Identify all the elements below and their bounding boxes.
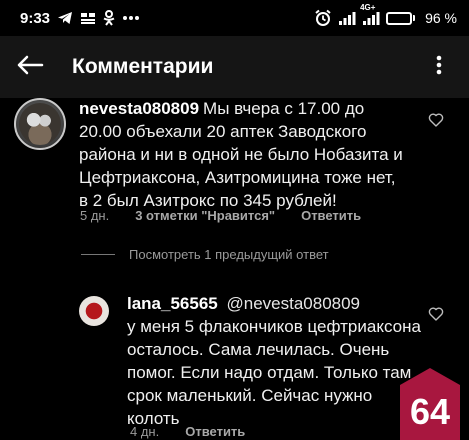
comment-meta: 5 дн. 3 отметки "Нравится" Ответить (80, 208, 361, 223)
odnoklassniki-icon (103, 10, 115, 26)
reply-like-heart-icon[interactable] (428, 306, 444, 322)
comment-likes-link[interactable]: 3 отметки "Нравится" (135, 208, 275, 223)
status-time: 9:33 (20, 9, 51, 27)
signal-icon (338, 11, 356, 25)
comment-body: nevesta080809 Мы вчера с 17.00 до 20.00 о… (79, 97, 404, 212)
reply-body: lana_56565 @nevesta080809 у меня 5 флако… (127, 292, 427, 430)
reply-reply-button[interactable]: Ответить (185, 424, 245, 439)
more-options-button[interactable] (421, 36, 457, 98)
reply-username[interactable]: lana_56565 (127, 294, 218, 313)
like-heart-icon[interactable] (428, 112, 444, 128)
signal-4g-icon: 4G+ (360, 4, 380, 25)
divider-line (81, 254, 115, 255)
watermark-logo-64: 64 (398, 366, 462, 440)
telegram-icon (57, 11, 73, 25)
reply-time: 4 дн. (130, 424, 160, 439)
view-previous-replies[interactable]: Посмотреть 1 предыдущий ответ (81, 247, 329, 262)
sim-icon (80, 11, 96, 25)
more-vertical-icon (436, 55, 442, 80)
comment-reply-button[interactable]: Ответить (301, 208, 361, 223)
reply-avatar[interactable] (79, 296, 109, 326)
comment-username[interactable]: nevesta080809 (79, 99, 199, 118)
back-button[interactable] (0, 36, 60, 98)
status-bar: 9:33 4G+ 96 % (0, 0, 469, 36)
app-bar: Комментарии (0, 36, 469, 98)
watermark-text: 64 (410, 391, 450, 432)
network-label: 4G+ (360, 3, 376, 12)
view-replies-label: Посмотреть 1 предыдущий ответ (129, 247, 329, 262)
comment-time: 5 дн. (80, 208, 110, 223)
reply-text: у меня 5 флакончиков цефтриаксона остало… (127, 317, 421, 428)
page-title: Комментарии (72, 55, 214, 78)
back-arrow-icon (16, 55, 44, 80)
commenter-avatar[interactable] (14, 98, 66, 150)
battery-icon (386, 11, 416, 25)
reply-mention[interactable]: @nevesta080809 (226, 294, 360, 313)
more-dots-icon (122, 15, 140, 21)
battery-percent: 96 % (425, 10, 457, 26)
alarm-icon (314, 9, 332, 27)
reply-meta: 4 дн. Ответить (130, 424, 245, 439)
